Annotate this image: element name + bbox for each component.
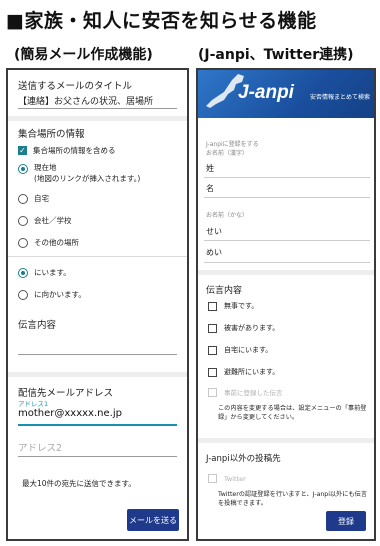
name-kanji-label: J-anpiに登録をする お名前（漢字）: [206, 139, 259, 157]
message-label: 伝言内容: [18, 320, 57, 331]
address2-input[interactable]: アドレス2: [18, 440, 62, 454]
status-option-heading[interactable]: に向かいます。: [18, 289, 86, 300]
radio-icon: [18, 289, 28, 300]
option-label: にいます。: [34, 268, 71, 277]
sei-underline: [204, 177, 370, 178]
meeting-section-label: 集合場所の情報: [18, 129, 85, 140]
radio-icon: [18, 193, 28, 204]
janpi-screen: J-anpi 安否情報まとめて検索 J-anpiに登録をする お名前（漢字） 姓…: [196, 68, 376, 541]
check-label: 事前に登録した伝言: [224, 389, 283, 397]
address1-underline: [18, 424, 177, 426]
sei-kana-input[interactable]: せい: [206, 226, 222, 237]
sei-input[interactable]: 姓: [206, 163, 214, 174]
mei-kana-underline: [204, 262, 370, 263]
edit-note: この内容を変更する場合は、設定メニューの「事前登録」から変更してください。: [218, 405, 367, 421]
janpi-banner: J-anpi 安否情報まとめて検索: [198, 70, 374, 118]
radio-icon: [18, 215, 28, 226]
check-label: 無事です。: [224, 302, 259, 310]
location-option-current[interactable]: 現在地 (地図のリンクが挿入されます。): [18, 162, 140, 184]
twitter-label: Twitter: [224, 474, 246, 483]
location-option-work[interactable]: 会社／学校: [18, 215, 72, 226]
divider: [198, 270, 374, 275]
check-preregistered: 事前に登録した伝言: [208, 387, 283, 397]
mei-input[interactable]: 名: [206, 183, 214, 194]
checkmark-icon: ✓: [18, 146, 27, 155]
location-option-home[interactable]: 自宅: [18, 193, 49, 204]
message-input[interactable]: [18, 354, 177, 355]
radio-selected-icon: [18, 164, 28, 174]
recipient-label: 配信先メールアドレス: [18, 388, 114, 399]
name-kanji-label-line1: J-anpiに登録をする: [206, 141, 259, 148]
checkbox-icon: [208, 301, 217, 311]
option-label: その他の場所: [34, 238, 79, 247]
name-kanji-label-line2: お名前（漢字）: [206, 150, 249, 157]
sei-kana-underline: [204, 240, 370, 241]
location-option-other[interactable]: その他の場所: [18, 237, 79, 248]
check-damaged[interactable]: 被害があります。: [208, 323, 279, 333]
address1-label: アドレス1: [18, 400, 49, 408]
check-at-home[interactable]: 自宅にいます。: [208, 345, 272, 355]
right-caption: (J-anpi、Twitter連携): [198, 47, 354, 63]
send-mail-button[interactable]: メールを送る: [127, 509, 179, 531]
checkbox-icon: [208, 367, 217, 377]
divider: [198, 438, 374, 443]
subject-input[interactable]: 【連絡】お父さんの状況、居場所: [18, 94, 153, 107]
option-label: 現在地: [34, 163, 57, 172]
page-title: ■家族・知人に安否を知らせる機能: [6, 10, 317, 32]
divider: [8, 372, 187, 377]
include-meeting-checkbox[interactable]: ✓ 集合場所の情報を含める: [18, 145, 116, 156]
other-section-label: J-anpi以外の投稿先: [206, 454, 281, 464]
check-twitter: Twitter: [208, 474, 246, 483]
left-caption: (簡易メール作成機能): [14, 47, 153, 63]
check-safe[interactable]: 無事です。: [208, 301, 258, 311]
subject-underline: [18, 108, 177, 109]
option-label: 自宅: [34, 194, 49, 203]
option-label: に向かいます。: [34, 290, 86, 299]
address1-input[interactable]: mother@xxxxx.ne.jp: [18, 408, 122, 419]
checkbox-icon: [208, 345, 217, 355]
mei-underline: [204, 197, 370, 198]
divider: [8, 256, 187, 257]
subject-label: 送信するメールのタイトル: [18, 81, 133, 92]
recipient-limit-note: 最大10件の宛先に送信できます。: [22, 479, 136, 488]
check-label: 自宅にいます。: [224, 346, 273, 354]
register-button[interactable]: 登録: [326, 511, 366, 531]
name-kana-label: お名前（かな）: [206, 212, 249, 219]
twitter-note: Twitterの認証登録を行いますと、J-anpi以外にも伝言を投稿できます。: [218, 491, 368, 507]
checkbox-disabled-icon: [208, 387, 217, 397]
divider: [8, 116, 187, 121]
check-label: 避難所にいます。: [224, 368, 280, 376]
message-label: 伝言内容: [206, 286, 243, 296]
option-sublabel: (地図のリンクが挿入されます。): [34, 174, 141, 183]
check-label: 被害があります。: [224, 324, 280, 332]
option-label: 会社／学校: [34, 216, 72, 225]
radio-selected-icon: [18, 267, 28, 278]
check-shelter[interactable]: 避難所にいます。: [208, 367, 279, 377]
checkbox-disabled-icon: [208, 474, 217, 483]
checkbox-icon: [208, 323, 217, 333]
include-meeting-label: 集合場所の情報を含める: [33, 146, 116, 155]
radio-icon: [18, 237, 28, 248]
mail-compose-screen: 送信するメールのタイトル 【連絡】お父さんの状況、居場所 集合場所の情報 ✓ 集…: [6, 68, 189, 541]
status-option-here[interactable]: にいます。: [18, 267, 71, 278]
mei-kana-input[interactable]: めい: [206, 247, 222, 258]
address2-underline: [18, 456, 177, 457]
janpi-tagline: 安否情報まとめて検索: [310, 94, 371, 101]
janpi-logo: J-anpi: [238, 82, 294, 103]
